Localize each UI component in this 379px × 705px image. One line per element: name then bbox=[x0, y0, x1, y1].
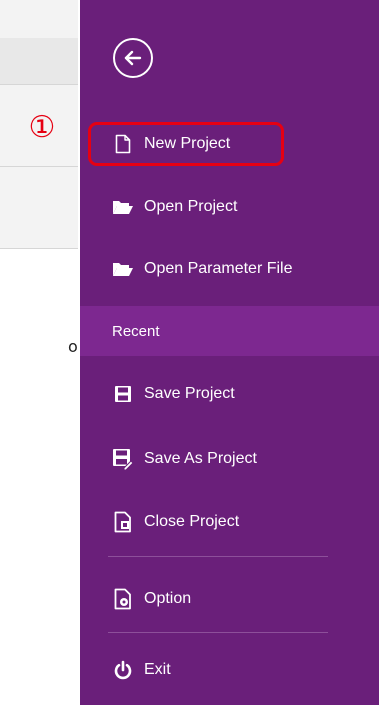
save-as-project-label: Save As Project bbox=[144, 450, 257, 467]
power-icon bbox=[112, 659, 134, 681]
background-text-fragment: o bbox=[68, 337, 78, 356]
save-project-label: Save Project bbox=[144, 385, 235, 402]
close-project-button[interactable]: Close Project bbox=[80, 502, 379, 542]
back-arrow-icon bbox=[124, 50, 142, 66]
background-divider bbox=[0, 248, 78, 249]
open-parameter-file-button[interactable]: Open Parameter File bbox=[80, 249, 379, 289]
menu-divider bbox=[108, 556, 328, 557]
option-icon bbox=[112, 588, 134, 610]
new-project-label: New Project bbox=[144, 135, 231, 152]
background-divider bbox=[0, 166, 78, 167]
background-divider bbox=[0, 84, 78, 85]
step-marker: ① bbox=[28, 110, 56, 145]
background-row bbox=[0, 38, 78, 84]
save-as-project-button[interactable]: Save As Project bbox=[80, 439, 379, 479]
save-project-button[interactable]: Save Project bbox=[80, 374, 379, 414]
menu-divider bbox=[108, 632, 328, 633]
new-project-button[interactable]: New Project bbox=[88, 122, 284, 166]
back-button[interactable] bbox=[113, 38, 153, 78]
open-project-label: Open Project bbox=[144, 198, 238, 215]
save-as-icon bbox=[112, 448, 134, 470]
close-project-label: Close Project bbox=[144, 513, 240, 530]
open-parameter-file-label: Open Parameter File bbox=[144, 260, 293, 277]
open-folder-icon bbox=[112, 196, 134, 218]
close-project-icon bbox=[112, 511, 134, 533]
option-label: Option bbox=[144, 590, 192, 607]
exit-button[interactable]: Exit bbox=[80, 650, 379, 690]
file-menu: New Project Open Project Open Parameter … bbox=[80, 0, 379, 705]
save-icon bbox=[112, 383, 134, 405]
recent-label: Recent bbox=[112, 322, 160, 340]
exit-label: Exit bbox=[144, 661, 171, 678]
option-button[interactable]: Option bbox=[80, 579, 379, 619]
open-folder-icon bbox=[112, 258, 134, 280]
open-project-button[interactable]: Open Project bbox=[80, 187, 379, 227]
recent-section-header[interactable]: Recent bbox=[80, 306, 379, 356]
new-file-icon bbox=[112, 133, 134, 155]
